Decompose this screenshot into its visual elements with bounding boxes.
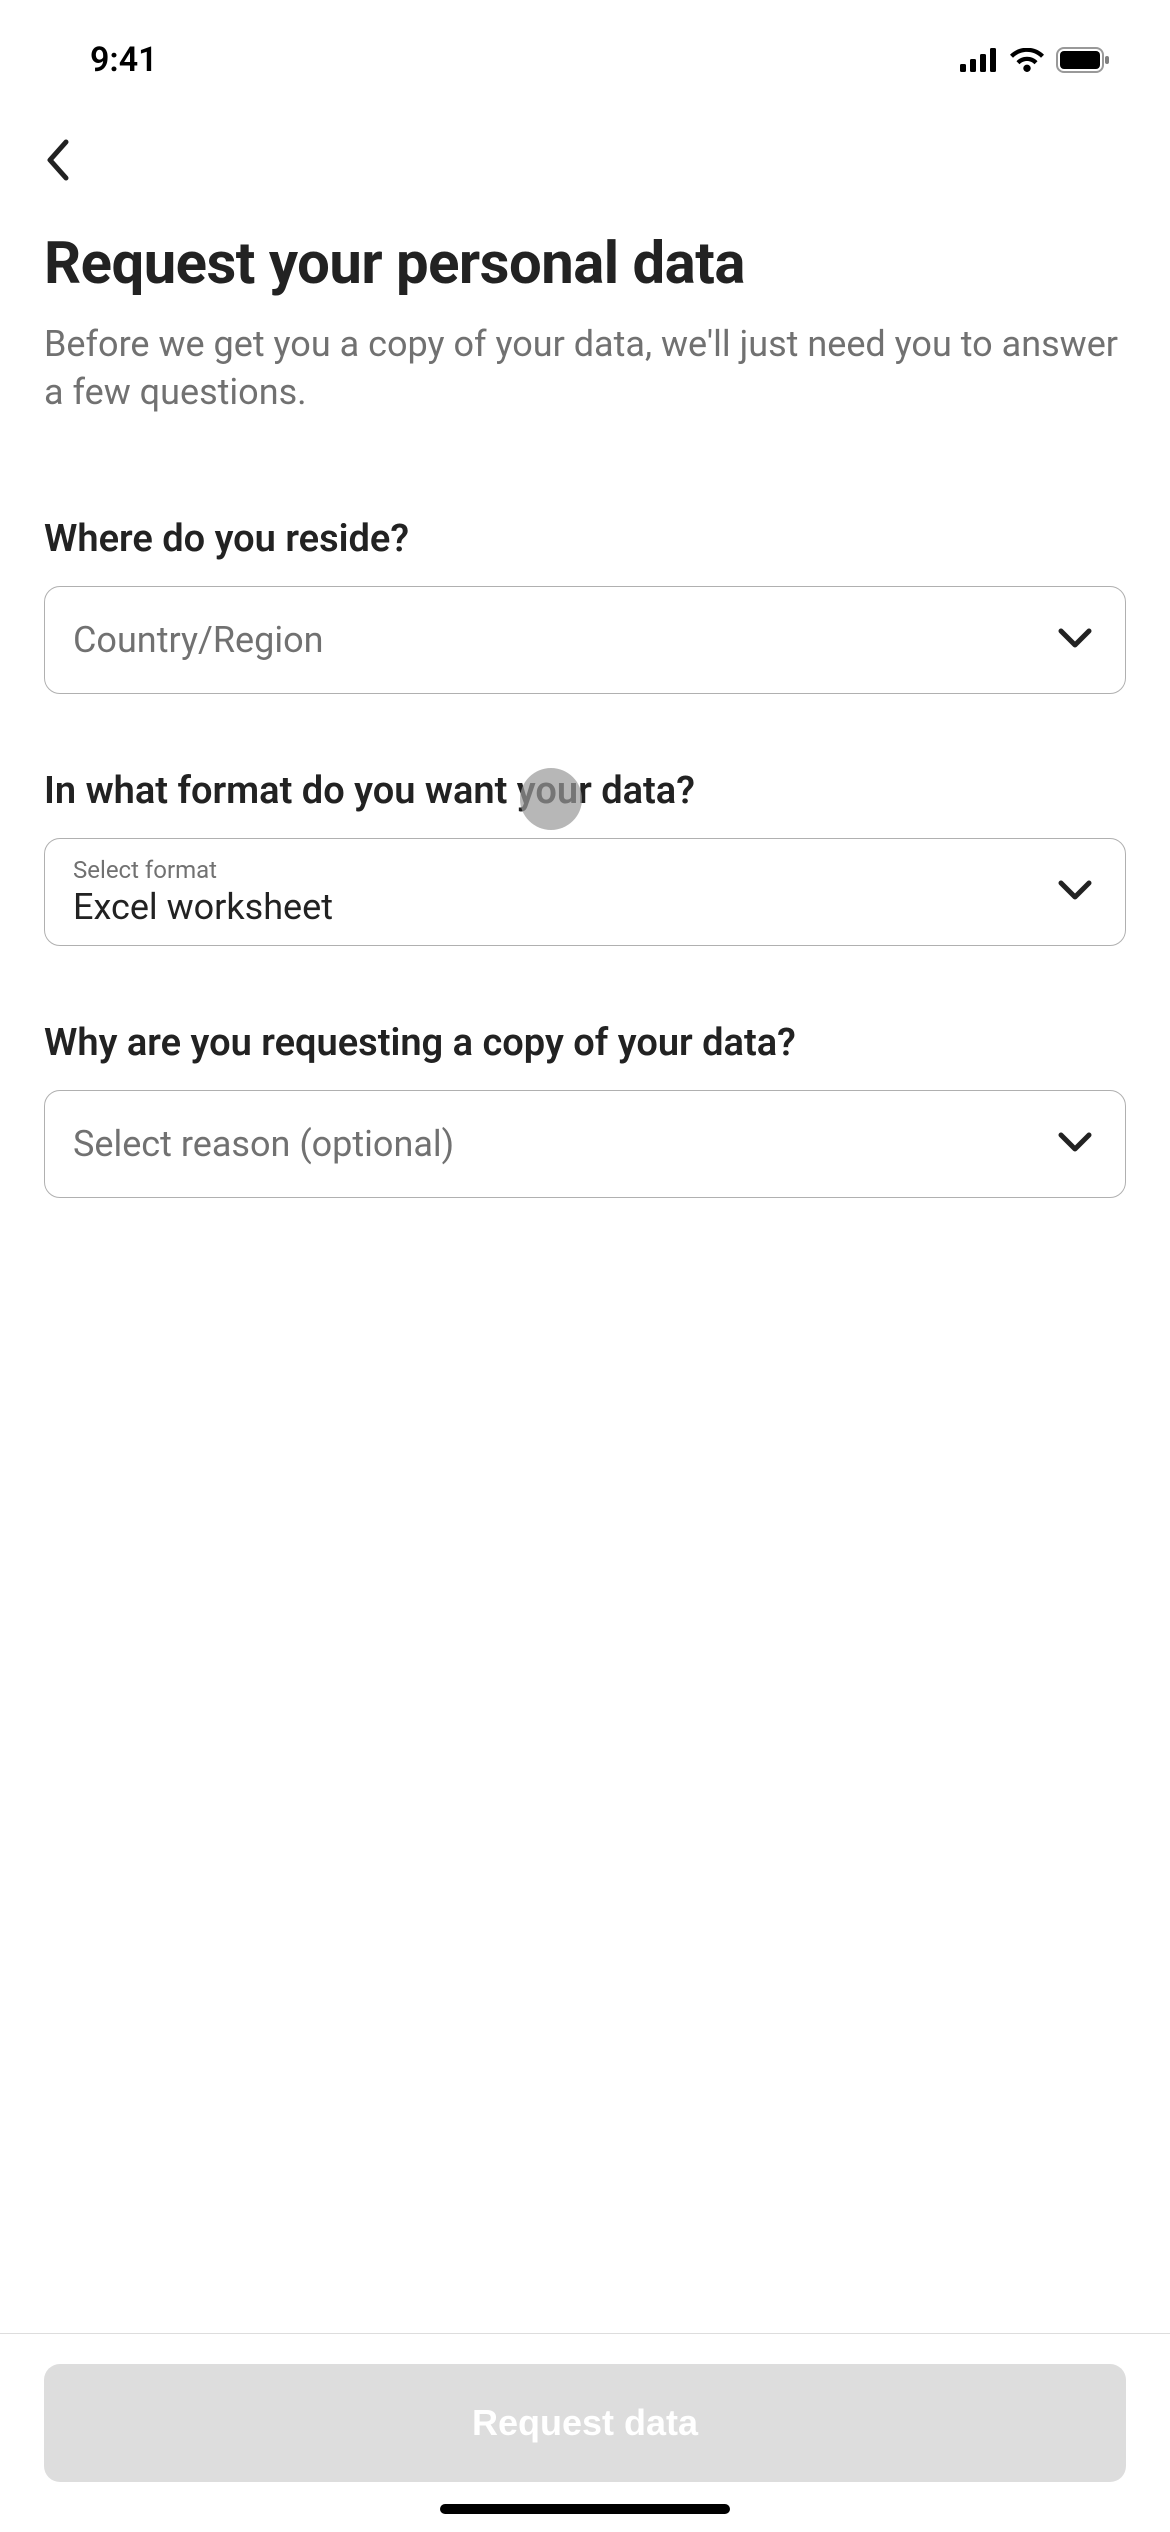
reason-group: Why are you requesting a copy of your da… [44, 1021, 1126, 1198]
country-select[interactable]: Country/Region [44, 586, 1126, 694]
cellular-signal-icon [960, 48, 998, 72]
page-subtitle: Before we get you a copy of your data, w… [44, 320, 1126, 417]
touch-indicator [520, 768, 582, 830]
reason-select[interactable]: Select reason (optional) [44, 1090, 1126, 1198]
format-value: Excel worksheet [73, 886, 333, 928]
status-icons [960, 47, 1110, 73]
format-select[interactable]: Select format Excel worksheet [44, 838, 1126, 946]
format-group: In what format do you want your data? Se… [44, 769, 1126, 946]
request-data-button[interactable]: Request data [44, 2364, 1126, 2482]
footer: Request data [0, 2333, 1170, 2532]
chevron-down-icon [1057, 1131, 1093, 1157]
reason-placeholder: Select reason (optional) [73, 1123, 454, 1165]
format-small-label: Select format [73, 856, 217, 884]
country-label: Where do you reside? [44, 517, 1126, 561]
home-indicator[interactable] [440, 2504, 730, 2514]
format-label: In what format do you want your data? [44, 769, 1126, 813]
main-content: Request your personal data Before we get… [0, 210, 1170, 1198]
chevron-down-icon [1057, 627, 1093, 653]
chevron-down-icon [1057, 879, 1093, 905]
status-bar: 9:41 [0, 0, 1170, 100]
country-placeholder: Country/Region [73, 619, 324, 661]
country-group: Where do you reside? Country/Region [44, 517, 1126, 694]
back-button[interactable] [44, 130, 104, 190]
reason-label: Why are you requesting a copy of your da… [44, 1021, 1126, 1065]
status-time: 9:41 [90, 40, 158, 80]
wifi-icon [1010, 48, 1044, 72]
chevron-left-icon [44, 138, 70, 182]
form-section: Where do you reside? Country/Region In w… [44, 517, 1126, 1198]
nav-bar [0, 100, 1170, 210]
page-title: Request your personal data [44, 230, 1126, 300]
battery-icon [1056, 47, 1110, 73]
